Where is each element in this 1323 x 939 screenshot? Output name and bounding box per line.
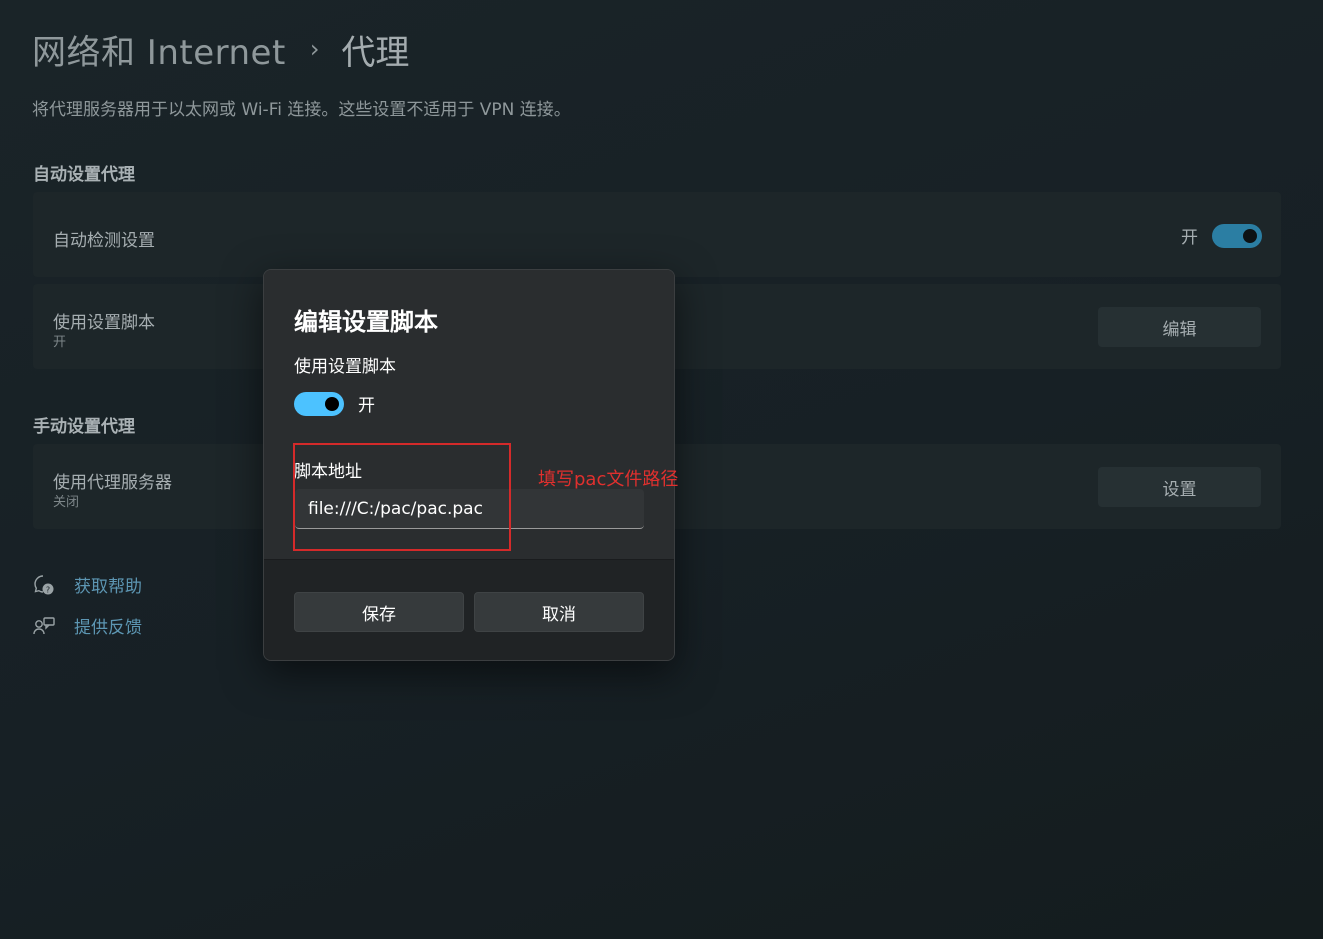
annotation-highlight-box — [293, 443, 511, 551]
dialog-title: 编辑设置脚本 — [294, 308, 438, 336]
setup-button[interactable]: 设置 — [1098, 467, 1261, 507]
section-title-manual: 手动设置代理 — [33, 417, 135, 437]
cancel-button[interactable]: 取消 — [474, 592, 644, 632]
help-link-row[interactable]: ? 获取帮助 — [33, 572, 142, 597]
setup-script-status: 开 — [53, 335, 67, 350]
breadcrumb-separator: › — [309, 35, 320, 63]
auto-detect-toggle[interactable] — [1212, 223, 1262, 248]
dialog-toggle-group: 开 — [294, 391, 375, 416]
page-description: 将代理服务器用于以太网或 Wi-Fi 连接。这些设置不适用于 VPN 连接。 — [32, 100, 571, 120]
get-help-link[interactable]: 获取帮助 — [74, 572, 142, 597]
proxy-server-label: 使用代理服务器 — [53, 473, 172, 493]
page-title: 代理 — [341, 32, 410, 73]
annotation-text: 填写pac文件路径 — [538, 469, 679, 490]
give-feedback-link[interactable]: 提供反馈 — [74, 613, 142, 638]
breadcrumb-parent[interactable]: 网络和 Internet — [32, 25, 286, 74]
feedback-link-row[interactable]: 提供反馈 — [33, 613, 142, 638]
toggle-knob — [1243, 228, 1257, 243]
edit-button[interactable]: 编辑 — [1098, 307, 1261, 347]
use-script-state: 开 — [358, 396, 375, 416]
use-script-toggle[interactable] — [294, 391, 344, 416]
auto-detect-state: 开 — [1181, 228, 1198, 248]
feedback-icon — [33, 615, 55, 637]
svg-text:?: ? — [46, 585, 50, 594]
proxy-server-status: 关闭 — [53, 495, 80, 510]
auto-detect-toggle-group: 开 — [1181, 223, 1262, 248]
dialog-toggle-heading: 使用设置脚本 — [294, 357, 396, 377]
auto-detect-label: 自动检测设置 — [53, 231, 155, 251]
section-title-auto: 自动设置代理 — [33, 165, 135, 185]
help-icon: ? — [33, 574, 55, 596]
save-button[interactable]: 保存 — [294, 592, 464, 632]
toggle-knob — [325, 396, 339, 411]
dialog-footer: 保存 取消 — [264, 559, 674, 660]
setup-script-label: 使用设置脚本 — [53, 313, 155, 333]
breadcrumb: 网络和 Internet › 代理 — [32, 25, 410, 74]
auto-detect-card: 自动检测设置 开 — [33, 192, 1281, 277]
